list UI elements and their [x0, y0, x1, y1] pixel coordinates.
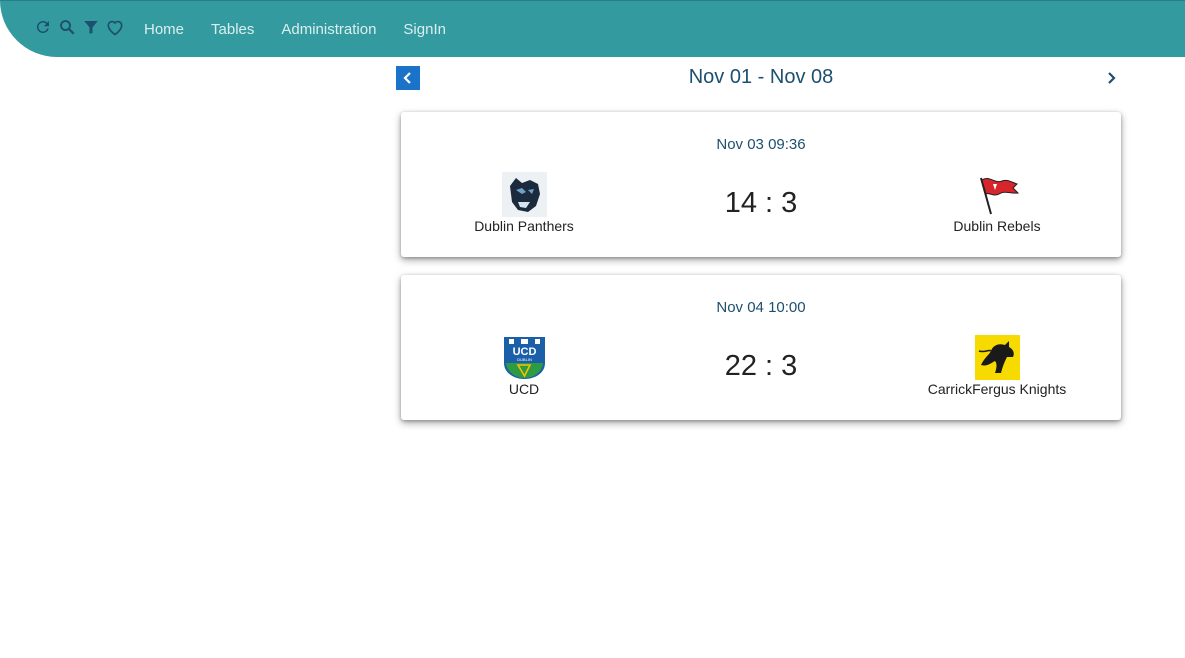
search-icon[interactable]	[57, 17, 77, 37]
knight-horse-logo-icon	[974, 335, 1020, 380]
filter-icon[interactable]	[81, 17, 101, 37]
nav-home[interactable]: Home	[144, 21, 184, 38]
nav-administration[interactable]: Administration	[281, 21, 376, 38]
team-name: CarrickFergus Knights	[927, 381, 1067, 397]
nav-tables[interactable]: Tables	[211, 21, 254, 38]
heart-icon[interactable]	[105, 17, 125, 37]
red-flag-logo-icon	[979, 177, 1019, 215]
week-range-title: Nov 01 - Nov 08	[688, 66, 834, 88]
match-time: Nov 03 09:36	[716, 136, 806, 153]
next-week-button[interactable]	[1100, 67, 1122, 89]
team-name: Dublin Rebels	[953, 218, 1041, 234]
team-name: UCD	[508, 381, 540, 397]
top-navigation-bar: Home Tables Administration SignIn	[0, 0, 1185, 57]
team-name: Dublin Panthers	[474, 218, 574, 234]
chevron-right-icon	[1108, 72, 1116, 84]
week-selector: Nov 01 - Nov 08	[396, 65, 1126, 90]
away-team[interactable]: Dublin Rebels	[897, 172, 1097, 234]
match-time: Nov 04 10:00	[716, 299, 806, 316]
toolbar-icons	[33, 17, 125, 37]
match-card[interactable]: Nov 04 10:00 UCD DUBLIN UCD 22 : 3 Carri…	[401, 275, 1121, 420]
refresh-icon[interactable]	[33, 17, 53, 37]
match-card[interactable]: Nov 03 09:36 Dublin Panthers 14 : 3 Dubl…	[401, 112, 1121, 257]
away-team[interactable]: CarrickFergus Knights	[897, 335, 1097, 397]
nav-signin[interactable]: SignIn	[403, 21, 446, 38]
main-nav: Home Tables Administration SignIn	[144, 21, 473, 38]
